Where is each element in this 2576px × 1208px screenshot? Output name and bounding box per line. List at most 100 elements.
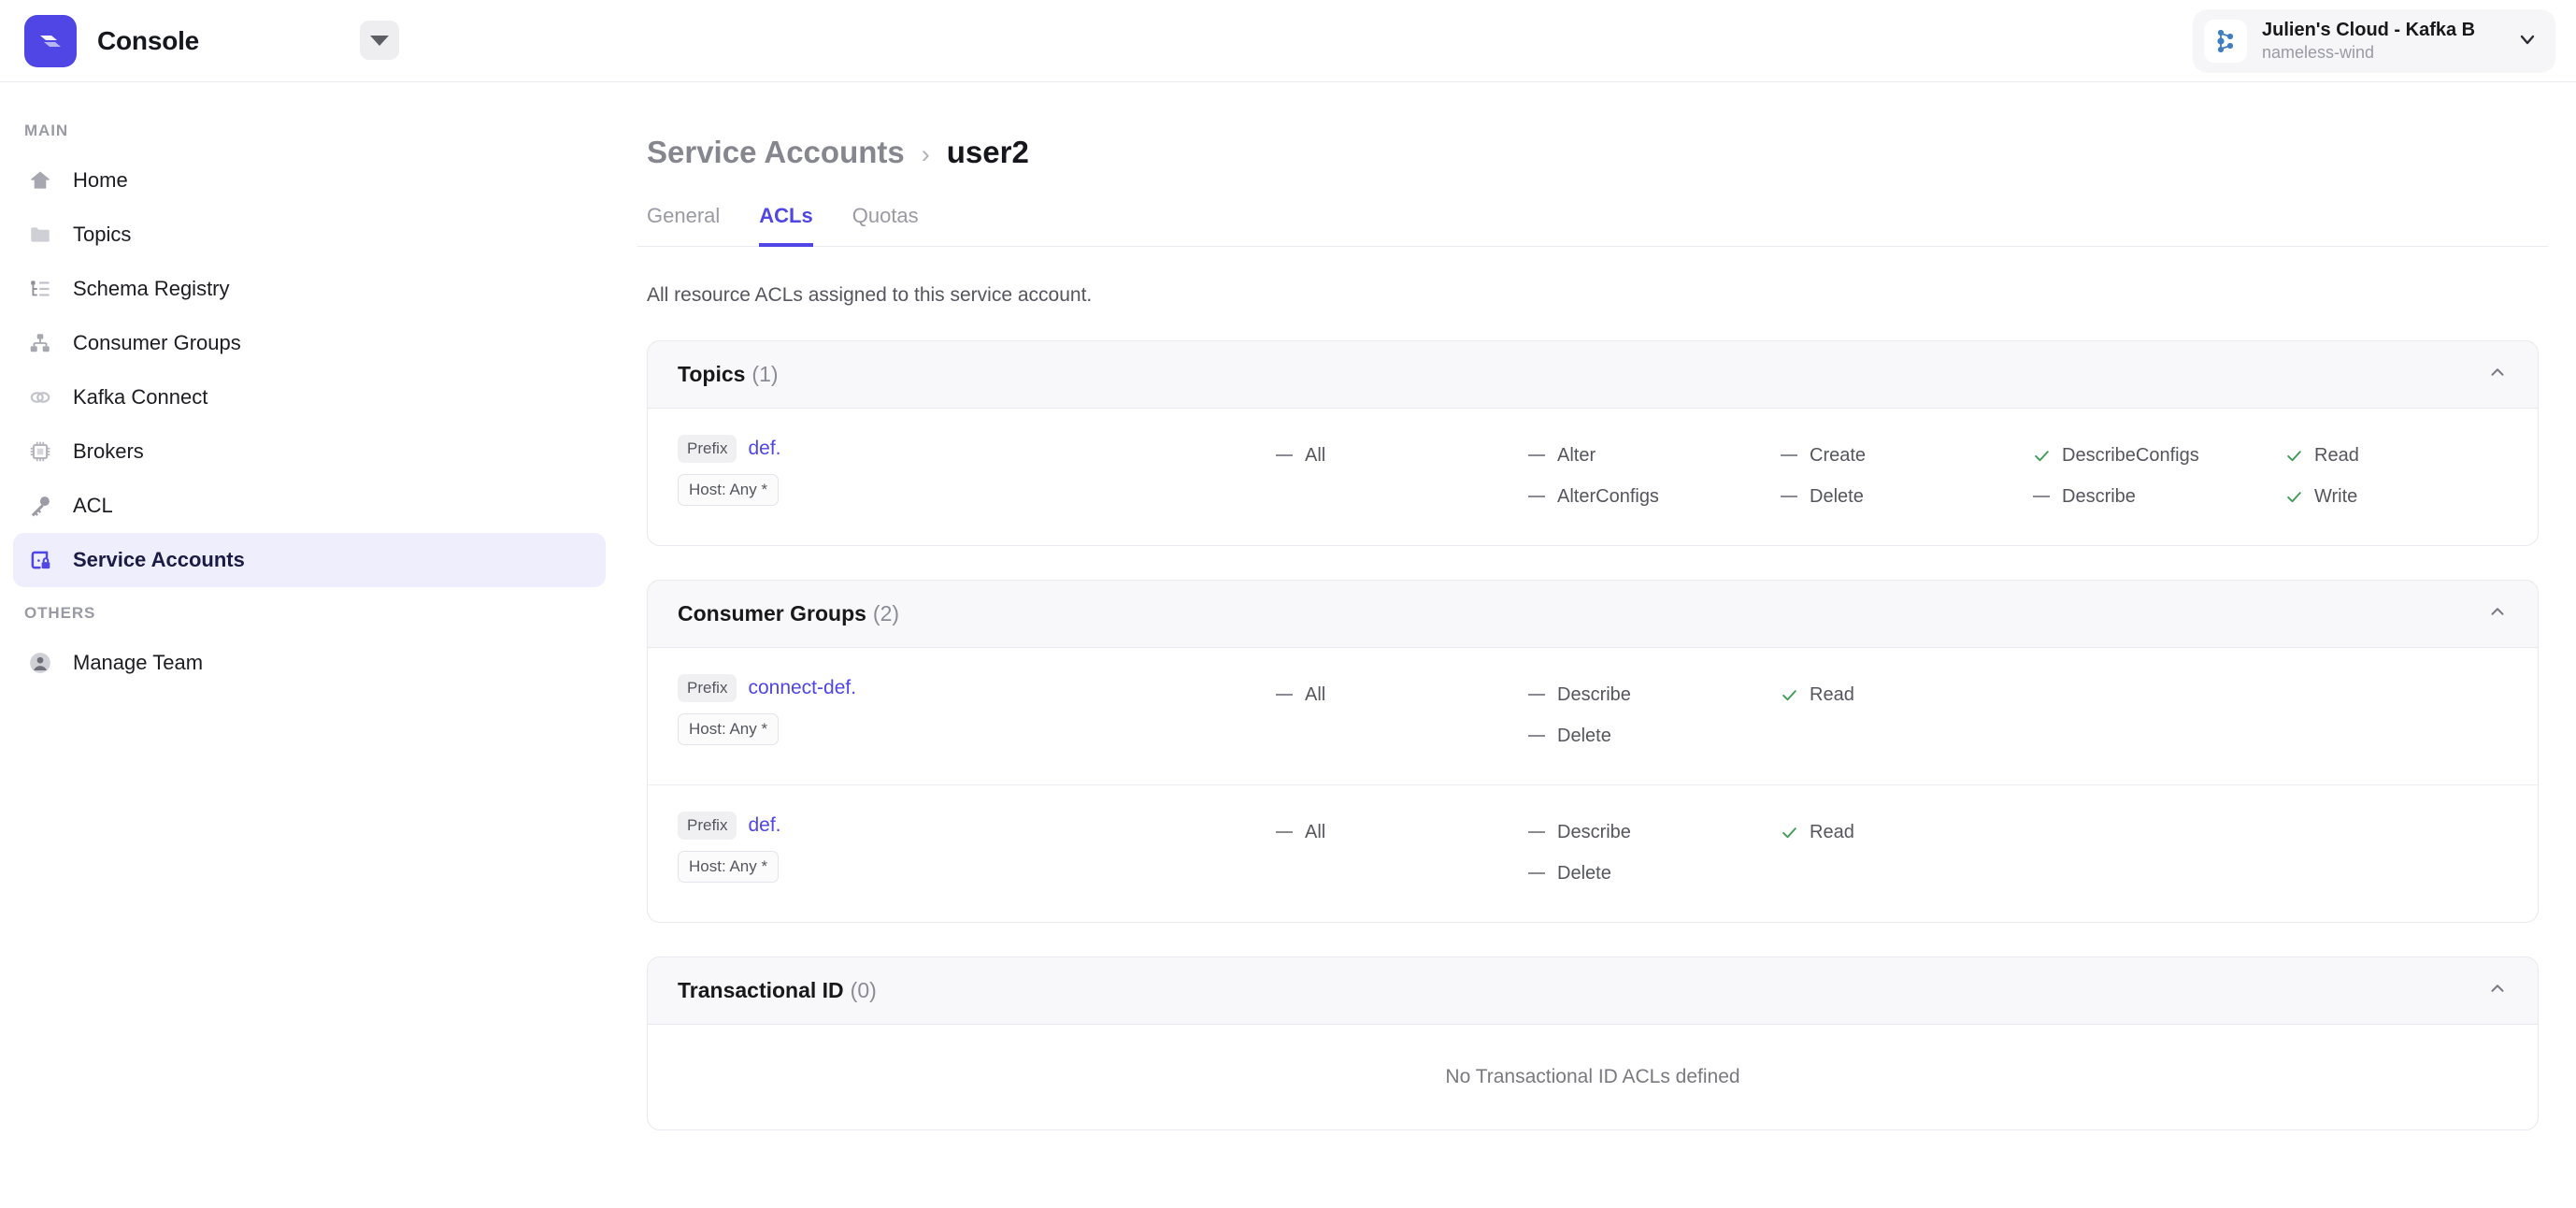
breadcrumb-root-link[interactable]: Service Accounts [647,135,905,170]
acl-card-header[interactable]: Topics (1) [648,341,2538,409]
acl-empty-text: No Transactional ID ACLs defined [1445,1066,1740,1087]
sidebar-item-brokers[interactable]: Brokers [13,424,606,479]
acl-permission: Describe [2033,476,2285,517]
sidebar-item-consumer-groups[interactable]: Consumer Groups [13,316,606,370]
acl-permission: All [1276,435,1528,476]
acl-card-title-group: Consumer Groups (2) [678,601,899,626]
dash-icon [1528,735,1546,737]
dash-icon [1276,454,1294,456]
acl-permission: Alter [1528,435,1781,476]
acl-permission-column: Read Write [2285,435,2472,517]
org-chart-icon [26,329,54,357]
sidebar-item-label: Home [73,168,128,192]
acl-card-header[interactable]: Transactional ID (0) [648,957,2538,1025]
acl-resource-link[interactable]: connect-def. [748,677,856,699]
acl-permission-column: Describe Delete [1528,812,1781,894]
sidebar-item-topics[interactable]: Topics [13,208,606,262]
acl-resource-line: Prefix connect-def. [678,674,1276,702]
acl-card-header[interactable]: Consumer Groups (2) [648,581,2538,648]
acl-permission: Delete [1528,715,1781,756]
tab-quotas[interactable]: Quotas [852,204,919,247]
acl-pattern-badge: Prefix [678,435,737,463]
tab-acls[interactable]: ACLs [759,204,813,247]
acl-pattern-badge: Prefix [678,674,737,702]
acl-permission-label: Alter [1557,444,1596,466]
brand[interactable]: Console [0,14,200,67]
dash-icon [1781,454,1798,456]
acl-permission-column: Read [1781,674,2033,756]
sidebar-item-acl[interactable]: ACL [13,479,606,533]
acl-card: Topics (1) Prefix def. Host: Any * All Alter Al… [647,340,2539,546]
chevron-up-icon[interactable] [2487,601,2508,626]
acl-card-title-group: Transactional ID (0) [678,978,877,1003]
acl-permission: Read [1781,674,2033,715]
sidebar-item-label: Consumer Groups [73,331,241,354]
cluster-selector[interactable]: Julien's Cloud - Kafka B nameless-wind [2193,9,2555,73]
acl-permission-label: DescribeConfigs [2062,444,2199,466]
dash-icon [1276,694,1294,696]
check-icon [2033,447,2051,465]
acl-permission: Write [2285,476,2472,517]
acl-card: Transactional ID (0) No Transactional ID A… [647,956,2539,1130]
acl-permission-column: DescribeConfigs Describe [2033,435,2285,517]
acl-permission-label: Delete [1557,862,1611,884]
sidebar-item-kafka-connect[interactable]: Kafka Connect [13,370,606,424]
kafka-logo-icon [2204,20,2247,63]
acl-host-badge: Host: Any * [678,474,780,506]
dash-icon [1528,831,1546,833]
cluster-id: nameless-wind [2262,42,2375,62]
acl-host-badge: Host: Any * [678,713,780,745]
dash-icon [1528,694,1546,696]
page-subtitle: All resource ACLs assigned to this servi… [647,284,1093,306]
acl-resource-line: Prefix def. [678,812,1276,840]
sidebar-item-manage-team[interactable]: Manage Team [13,636,606,690]
console-logo-icon [24,14,77,67]
home-icon [26,166,54,194]
acl-permission-label: AlterConfigs [1557,485,1659,507]
acl-permission-column: All [1276,812,1528,894]
acl-card-count: (2) [872,601,900,626]
acl-resource-cell: Prefix def. Host: Any * [678,435,1276,517]
sidebar-section-label-others: OTHERS [24,604,96,622]
sidebar-item-service-accounts[interactable]: Service Accounts [13,533,606,587]
nav-collapse-button[interactable] [360,21,399,60]
acl-resource-link[interactable]: def. [748,814,780,837]
acl-permission: All [1276,812,1528,853]
check-icon [2285,488,2303,506]
tab-bar: General ACLs Quotas [637,170,2548,247]
check-icon [1781,686,1798,704]
chevron-up-icon[interactable] [2487,362,2508,387]
acl-permission-label: Describe [2062,485,2136,507]
page-body: MAIN Home Topics Schema Registry Consume… [0,82,2576,1208]
acl-permission-column: Describe Delete [1528,674,1781,756]
key-icon [26,492,54,520]
sidebar-section-label-main: MAIN [24,122,69,139]
page-title: user2 [946,135,1029,169]
sidebar-item-label: ACL [73,494,113,517]
top-header-bar: Console Julien's Cloud - Kafka B nameles… [0,0,2576,82]
acl-empty-state: No Transactional ID ACLs defined [648,1025,2538,1129]
tab-general[interactable]: General [647,204,720,247]
acl-permission-label: Read [2314,444,2359,466]
acl-permission: Read [1781,812,2033,853]
brand-name: Console [97,25,200,55]
acl-card: Consumer Groups (2) Prefix connect-def. Host… [647,580,2539,923]
acl-permission-label: Create [1810,444,1867,466]
dash-icon [1528,872,1546,874]
chevron-up-icon[interactable] [2487,978,2508,1003]
acl-permission-label: Write [2314,485,2358,507]
sidebar-item-label: Manage Team [73,651,204,674]
acl-permission-label: All [1305,683,1326,705]
acl-permission: Describe [1528,674,1781,715]
user-avatar-icon [26,649,54,677]
sidebar-item-schema-registry[interactable]: Schema Registry [13,262,606,316]
acl-row: Prefix def. Host: Any * All Describe Delete Re… [648,784,2538,922]
schema-tree-icon [26,275,54,303]
acl-permission: Read [2285,435,2472,476]
acl-permission-label: Describe [1557,821,1631,842]
sidebar-item-home[interactable]: Home [13,153,606,208]
acl-resource-link[interactable]: def. [748,438,780,460]
service-account-lock-icon [26,546,54,574]
acl-host-badge: Host: Any * [678,851,780,883]
acl-permission: Describe [1528,812,1781,853]
